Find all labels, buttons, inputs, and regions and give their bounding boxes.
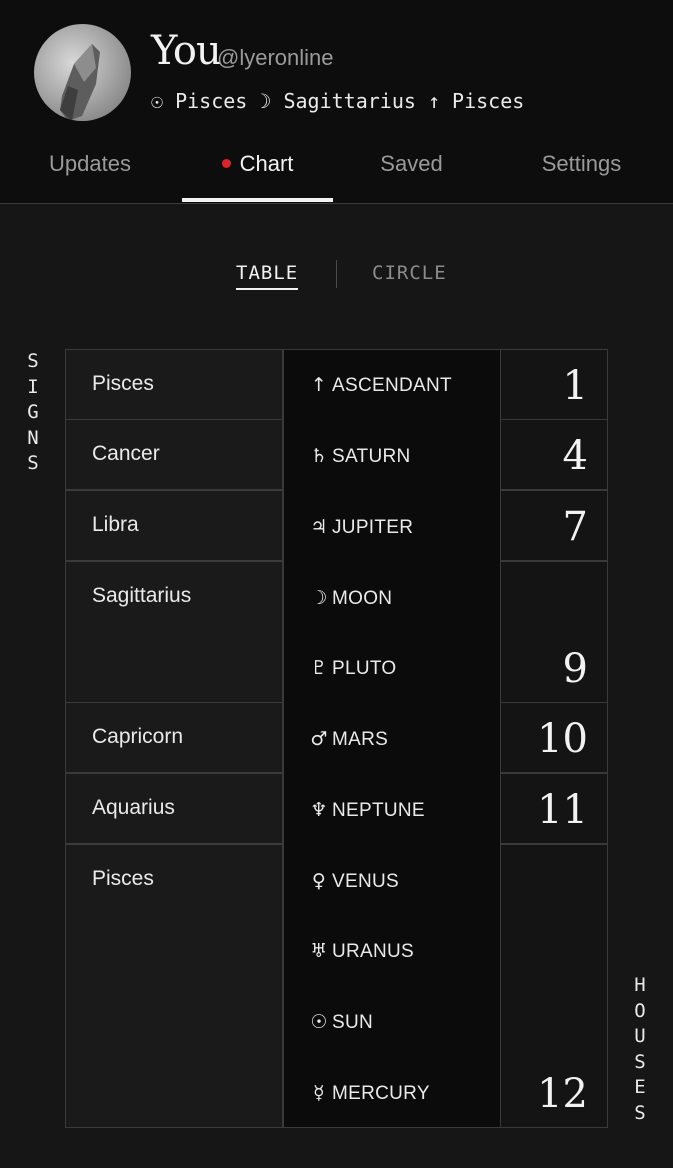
house-cell: 10	[500, 702, 608, 773]
signs-axis-letter: I	[27, 375, 39, 398]
pluto-icon: ♇	[310, 657, 328, 679]
houses-axis-letter: S	[634, 1050, 646, 1073]
house-number: 1	[562, 363, 588, 409]
uranus-icon: ♅	[310, 940, 328, 962]
planet-label: JUPITER	[332, 517, 414, 538]
houses-axis-letter: S	[634, 1101, 646, 1124]
house-number: 7	[562, 504, 588, 550]
jupiter-icon: ♃	[310, 516, 328, 538]
mars-icon: ♂	[310, 728, 328, 750]
tab-label: Saved	[380, 151, 443, 176]
avatar[interactable]	[34, 24, 131, 121]
saturn-icon: ♄	[310, 445, 328, 467]
planet-row[interactable]: ♆ NEPTUNE	[310, 799, 425, 822]
house-cell: 7	[500, 490, 608, 561]
big-three-placements: ☉ Pisces ☽ Sagittarius ↑ Pisces	[151, 89, 525, 113]
tab-bar: Updates Chart Saved Settings	[0, 140, 673, 203]
planet-row[interactable]: ☿ MERCURY	[310, 1082, 430, 1105]
venus-icon: ♀	[311, 870, 327, 892]
signs-axis-letter: S	[27, 452, 39, 474]
sun-icon: ☉	[310, 1011, 328, 1033]
planet-row[interactable]: ↑ ASCENDANT	[310, 374, 452, 397]
sign-label: Pisces	[92, 867, 154, 890]
house-number: 9	[562, 646, 588, 692]
houses-axis-letter: U	[634, 1025, 646, 1047]
sign-cell: Aquarius	[65, 773, 283, 844]
tab-label: Updates	[49, 151, 131, 176]
house-cell: 4	[500, 419, 608, 490]
house-number: 4	[562, 433, 588, 479]
sign-cell: Cancer	[65, 419, 283, 490]
sign-cell: Pisces	[65, 844, 283, 1128]
planet-label: URANUS	[332, 941, 415, 962]
planet-label: MARS	[332, 729, 389, 750]
avatar-image	[60, 44, 100, 121]
profile-name: You	[151, 28, 222, 74]
tab-updates[interactable]: Updates	[10, 140, 170, 200]
tab-saved[interactable]: Saved	[340, 140, 483, 200]
house-number: 11	[537, 787, 588, 833]
planet-row[interactable]: ♀ VENUS	[310, 870, 399, 893]
divider	[0, 203, 673, 204]
house-cell: 12	[500, 844, 608, 1128]
planet-row[interactable]: ♅ URANUS	[310, 940, 414, 963]
signs-axis-letter: S	[27, 350, 39, 372]
sign-cell: Sagittarius	[65, 561, 283, 703]
view-toggle: TABLE CIRCLE	[0, 260, 673, 298]
house-number: 12	[537, 1071, 588, 1117]
houses-axis-letter: O	[634, 999, 646, 1022]
houses-axis-letter: H	[634, 974, 646, 996]
toggle-separator	[336, 260, 337, 288]
planet-label: MERCURY	[332, 1083, 430, 1104]
sign-cell: Libra	[65, 490, 283, 561]
sign-label: Aquarius	[92, 796, 175, 819]
table-view-button[interactable]: TABLE	[236, 262, 299, 290]
tab-settings[interactable]: Settings	[500, 140, 663, 200]
planet-label: ASCENDANT	[332, 375, 452, 396]
house-cell: 11	[500, 773, 608, 844]
house-number: 10	[537, 716, 588, 762]
houses-axis-letter: E	[634, 1076, 646, 1098]
houses-axis-label: HOUSES	[629, 973, 651, 1126]
sign-label: Sagittarius	[92, 584, 192, 607]
planet-row[interactable]: ♃ JUPITER	[310, 516, 413, 539]
planet-label: NEPTUNE	[332, 800, 425, 821]
sign-label: Pisces	[92, 372, 154, 395]
active-tab-indicator	[182, 198, 333, 202]
sign-cell: Capricorn	[65, 702, 283, 773]
ascendant-icon: ↑	[310, 374, 328, 396]
sign-label: Capricorn	[92, 725, 184, 748]
sign-label: Cancer	[92, 442, 160, 465]
planet-row[interactable]: ♄ SATURN	[310, 445, 411, 468]
planet-row[interactable]: ♂ MARS	[310, 728, 388, 751]
signs-axis-letter: N	[27, 426, 39, 449]
planets-column: ↑ ASCENDANT ♄ SATURN ♃ JUPITER ☽ MOON ♇ PLUTO…	[283, 349, 501, 1128]
sign-label: Libra	[92, 513, 139, 536]
tab-label: Chart	[239, 151, 294, 176]
house-cell: 9	[500, 561, 608, 703]
neptune-icon: ♆	[310, 799, 328, 821]
active-dot-icon	[221, 158, 231, 168]
planet-label: SUN	[332, 1012, 374, 1033]
tab-chart[interactable]: Chart	[182, 140, 333, 200]
moon-icon: ☽	[310, 587, 328, 609]
profile-handle: @lyeronline	[217, 45, 334, 70]
planet-row[interactable]: ☉ SUN	[310, 1011, 373, 1034]
signs-axis-label: SIGNS	[22, 349, 44, 477]
sign-cell: Pisces	[65, 349, 283, 420]
planet-row[interactable]: ☽ MOON	[310, 587, 392, 610]
profile-header: You @lyeronline ☉ Pisces ☽ Sagittarius ↑…	[0, 0, 673, 203]
tab-label: Settings	[541, 151, 622, 176]
circle-view-button[interactable]: CIRCLE	[372, 262, 447, 284]
planet-label: SATURN	[332, 446, 411, 467]
house-cell: 1	[500, 349, 608, 420]
signs-axis-letter: G	[27, 401, 39, 423]
planet-row[interactable]: ♇ PLUTO	[310, 657, 397, 680]
planet-label: VENUS	[332, 871, 399, 892]
planet-label: PLUTO	[332, 658, 397, 679]
planet-label: MOON	[332, 588, 393, 609]
mercury-icon: ☿	[313, 1082, 325, 1104]
